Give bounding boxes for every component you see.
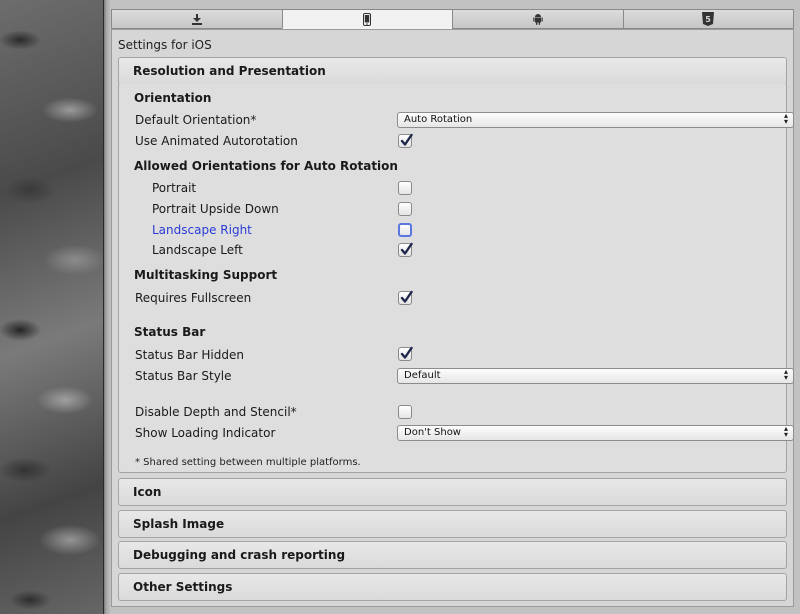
use-animated-autorotation-label: Use Animated Autorotation [135,134,298,148]
platform-tabs: 5 [111,9,794,29]
use-animated-autorotation-checkbox[interactable] [398,133,413,148]
status-bar-style-dropdown[interactable]: Default ▴ ▾ [397,368,794,384]
status-bar-hidden-checkbox[interactable] [398,346,413,361]
android-icon [533,14,543,25]
checkmark-icon [400,290,413,303]
dropdown-arrows-icon: ▴ ▾ [783,367,788,382]
multitasking-heading: Multitasking Support [134,268,278,282]
checkmark-icon [400,133,413,146]
svg-text:5: 5 [705,15,711,24]
requires-fullscreen-label: Requires Fullscreen [135,291,252,305]
requires-fullscreen-checkbox[interactable] [398,290,413,305]
dropdown-arrows-icon: ▴ ▾ [783,424,788,439]
landscape-left-label: Landscape Left [152,243,243,257]
section-icon-header[interactable]: Icon [118,478,787,506]
disable-depth-stencil-label: Disable Depth and Stencil* [135,405,297,419]
tab-standalone[interactable] [111,9,282,29]
landscape-right-label: Landscape Right [152,223,252,237]
shared-setting-footnote: * Shared setting between multiple platfo… [135,457,361,468]
allowed-orientations-heading: Allowed Orientations for Auto Rotation [134,159,398,173]
tab-ios[interactable] [281,9,452,29]
portrait-checkbox[interactable] [398,181,412,195]
show-loading-indicator-value: Don't Show [404,427,461,438]
settings-panel: Settings for iOS Resolution and Presenta… [111,29,794,607]
section-splash-image-header[interactable]: Splash Image [118,510,787,538]
default-orientation-label: Default Orientation* [135,113,257,127]
landscape-left-checkbox[interactable] [398,242,413,257]
tab-webgl[interactable]: 5 [622,9,794,29]
status-bar-style-label: Status Bar Style [135,369,232,383]
landscape-right-checkbox[interactable] [398,223,412,237]
download-icon [191,13,202,25]
status-bar-heading: Status Bar [134,325,206,339]
status-bar-hidden-label: Status Bar Hidden [135,348,244,362]
settings-title: Settings for iOS [118,38,212,52]
disable-depth-stencil-checkbox[interactable] [398,405,412,419]
orientation-heading: Orientation [134,91,212,105]
section-other-settings-header[interactable]: Other Settings [118,573,787,601]
dropdown-arrows-icon: ▴ ▾ [783,111,788,126]
section-resolution-header[interactable]: Resolution and Presentation [118,57,787,85]
portrait-upside-down-checkbox[interactable] [398,202,412,216]
panel-divider[interactable] [103,0,110,614]
default-orientation-value: Auto Rotation [404,114,473,125]
checkmark-icon [400,242,413,255]
player-settings-inspector: 5 Settings for iOS Resolution and Presen… [110,0,800,614]
show-loading-indicator-dropdown[interactable]: Don't Show ▴ ▾ [397,425,794,441]
portrait-label: Portrait [152,181,197,195]
section-resolution-body: Orientation Default Orientation* Auto Ro… [118,84,794,473]
tab-android[interactable] [452,9,623,29]
section-debugging-header[interactable]: Debugging and crash reporting [118,541,787,569]
iphone-icon [363,12,372,26]
checkmark-icon [400,346,413,359]
show-loading-indicator-label: Show Loading Indicator [135,426,276,440]
portrait-upside-down-label: Portrait Upside Down [152,202,279,216]
status-bar-style-value: Default [404,370,441,381]
scene-viewport [0,0,103,614]
html5-icon: 5 [702,12,715,26]
default-orientation-dropdown[interactable]: Auto Rotation ▴ ▾ [397,112,794,128]
